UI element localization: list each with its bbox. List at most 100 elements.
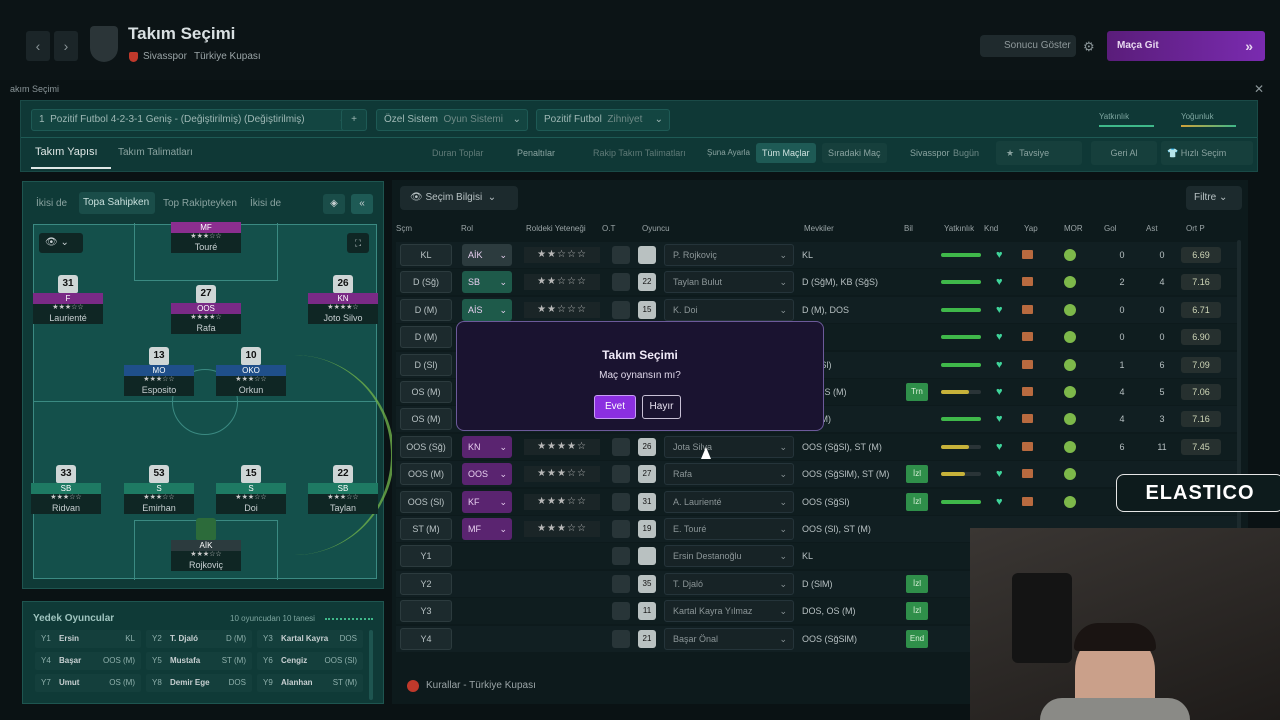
slot-button[interactable]: ST (M) [400, 518, 452, 540]
bench-player[interactable]: Y4 Başar OOS (M) [35, 652, 141, 670]
close-icon[interactable]: ✕ [1254, 82, 1264, 96]
pitch-player[interactable]: 13 MO ★★★☆☆ Esposito [124, 347, 194, 396]
column-header[interactable]: O.T [602, 224, 615, 233]
gear-icon[interactable]: ⚙ [1083, 39, 1095, 55]
table-row[interactable]: OOS (Sl) KF ⌄ ★★★☆☆ 31 A. Laurienté ⌄ OOS (SğSl… [396, 488, 1241, 515]
rules-label[interactable]: Kurallar - Türkiye Kupası [426, 680, 536, 691]
tab-in-possession[interactable]: Topa Sahipken [79, 192, 155, 214]
player-dropdown[interactable]: Başar Önal ⌄ [664, 627, 794, 650]
slot-button[interactable]: D (M) [400, 326, 452, 349]
slot-button[interactable]: Y2 [400, 572, 452, 595]
penalties-button[interactable]: Penaltılar [511, 143, 561, 163]
slot-button[interactable]: Y1 [400, 545, 452, 568]
player-dropdown[interactable]: Kartal Kayra Yılmaz ⌄ [664, 600, 794, 623]
quick-pick-dropdown[interactable]: 👕 Hızlı Seçim [1161, 141, 1253, 165]
role-dropdown[interactable]: AİS ⌄ [462, 298, 512, 321]
bench-player[interactable]: Y5 Mustafa ST (M) [146, 652, 252, 670]
bench-player[interactable]: Y3 Kartal Kayra DOS [257, 630, 363, 648]
tab-out-of-possession[interactable]: Top Rakipteyken [163, 198, 237, 209]
column-header[interactable]: MOR [1064, 224, 1083, 233]
pitch-player[interactable]: 53 S ★★★☆☆ Emirhan [124, 465, 194, 514]
table-row[interactable]: D (M) AİS ⌄ ★★☆☆☆ 15 K. Doi ⌄ D (M), DOS ♥ 0 0 6.71 [396, 296, 1241, 323]
selection-info-dropdown[interactable]: 👁 Seçim Bilgisi ⌄ [400, 186, 518, 210]
undo-button[interactable]: Geri Al [1091, 141, 1157, 165]
next-match-toggle[interactable]: Sıradaki Maç [822, 143, 887, 163]
pitch-player[interactable]: AİK ★★★☆☆ Rojkoviç [171, 518, 241, 571]
role-dropdown[interactable]: KF ⌄ [462, 490, 512, 513]
back-button[interactable]: ‹ [26, 31, 50, 61]
player-dropdown[interactable]: K. Doi ⌄ [664, 298, 794, 321]
pitch-player[interactable]: 26 KN ★★★★☆ Joto Silvo [308, 275, 378, 324]
slot-button[interactable]: Y4 [400, 627, 452, 650]
pitch-player[interactable]: 15 S ★★★☆☆ Doi [216, 465, 286, 514]
pitch-player[interactable]: 22 SB ★★★☆☆ Taylan [308, 465, 378, 514]
view-dropdown[interactable]: 👁 ⌄ [39, 233, 83, 253]
bench-player[interactable]: Y8 Demir Ege DOS [146, 674, 252, 692]
go-to-match-button[interactable]: Maça Git » [1107, 31, 1265, 61]
person-icon[interactable] [612, 520, 630, 538]
column-header[interactable]: Roldeki Yeteneği [526, 224, 586, 233]
column-header[interactable]: Ort P [1186, 224, 1205, 233]
bench-player[interactable]: Y6 Cengiz OOS (Sl) [257, 652, 363, 670]
column-header[interactable]: Sçm [396, 224, 412, 233]
person-icon[interactable] [612, 574, 630, 593]
advice-dropdown[interactable]: ★ Tavsiye [996, 141, 1082, 165]
player-dropdown[interactable]: E. Touré ⌄ [664, 518, 794, 540]
table-row[interactable]: OOS (M) OOS ⌄ ★★★☆☆ 27 Rafa ⌄ OOS (SğSlM), ST (… [396, 461, 1241, 488]
slot-button[interactable]: D (M) [400, 298, 452, 321]
no-button[interactable]: Hayır [642, 395, 681, 419]
role-dropdown[interactable]: OOS ⌄ [462, 463, 512, 486]
scrollbar[interactable] [369, 630, 373, 700]
player-dropdown[interactable]: T. Djaló ⌄ [664, 572, 794, 595]
player-dropdown[interactable]: Jota Silva ⌄ [664, 435, 794, 458]
column-header[interactable]: Knd [984, 224, 998, 233]
person-icon[interactable] [612, 492, 630, 511]
slot-button[interactable]: OOS (Sğ) [400, 435, 452, 458]
tab-team-structure[interactable]: Takım Yapısı [35, 146, 98, 158]
player-dropdown[interactable]: A. Laurienté ⌄ [664, 490, 794, 513]
slot-button[interactable]: OOS (Sl) [400, 490, 452, 513]
column-header[interactable]: Ast [1146, 224, 1158, 233]
role-dropdown[interactable]: KN ⌄ [462, 435, 512, 458]
opposition-instructions-button[interactable]: Rakip Takım Talimatları [587, 143, 692, 163]
mentality-dropdown[interactable]: Pozitif Futbol Zihniyet ⌄ [536, 109, 670, 131]
player-dropdown[interactable]: Rafa ⌄ [664, 463, 794, 486]
player-dropdown[interactable]: Ersin Destanoğlu ⌄ [664, 545, 794, 568]
column-header[interactable]: Rol [461, 224, 473, 233]
slot-button[interactable]: OS (M) [400, 408, 452, 431]
expand-icon[interactable]: ⛶ [347, 233, 369, 253]
pitch-player[interactable]: 33 SB ★★★☆☆ Ridvan [31, 465, 101, 514]
slot-button[interactable]: OOS (M) [400, 463, 452, 486]
table-row[interactable]: KL AİK ⌄ ★★☆☆☆ P. Rojkoviç ⌄ KL ♥ 0 0 6.69 [396, 242, 1241, 268]
column-header[interactable]: Yatkınlık [944, 224, 974, 233]
player-dropdown[interactable]: Taylan Bulut ⌄ [664, 271, 794, 294]
tab-both-2[interactable]: İkisi de [250, 198, 281, 209]
bench-player[interactable]: Y1 Ersin KL [35, 630, 141, 648]
yes-button[interactable]: Evet [594, 395, 636, 419]
set-pieces-button[interactable]: Duran Toplar [426, 143, 489, 163]
person-icon[interactable] [612, 273, 630, 292]
column-header[interactable]: Mevkiler [804, 224, 834, 233]
role-dropdown[interactable]: AİK ⌄ [462, 244, 512, 266]
show-result-button[interactable]: Sonucu Göster [980, 35, 1076, 57]
player-dropdown[interactable]: P. Rojkoviç ⌄ [664, 244, 794, 266]
formation-dropdown[interactable]: 1 Pozitif Futbol 4-2-3-1 Geniş - (Değişt… [31, 109, 356, 131]
map-icon[interactable]: ◈ [323, 194, 345, 214]
person-icon[interactable] [612, 437, 630, 456]
person-icon[interactable] [612, 465, 630, 484]
column-header[interactable]: Yap [1024, 224, 1038, 233]
role-dropdown[interactable]: SB ⌄ [462, 271, 512, 294]
slot-button[interactable]: D (Sl) [400, 353, 452, 376]
competition-name[interactable]: Türkiye Kupası [194, 51, 261, 62]
forward-button[interactable]: › [54, 31, 78, 61]
collapse-icon[interactable]: « [351, 194, 373, 214]
pitch-player[interactable]: 10 OKO ★★★☆☆ Orkun [216, 347, 286, 396]
system-dropdown[interactable]: Özel Sistem Oyun Sistemi ⌄ [376, 109, 528, 131]
person-icon[interactable] [612, 547, 630, 566]
tab-both[interactable]: İkisi de [36, 198, 67, 209]
tab-team-instructions[interactable]: Takım Talimatları [118, 147, 193, 158]
table-row[interactable]: OOS (Sğ) KN ⌄ ★★★★☆ 26 Jota Silva ⌄ OOS (SğSl),… [396, 433, 1241, 460]
add-tactic-button[interactable]: + [341, 109, 367, 131]
person-icon[interactable] [612, 602, 630, 621]
slot-button[interactable]: OS (M) [400, 381, 452, 403]
